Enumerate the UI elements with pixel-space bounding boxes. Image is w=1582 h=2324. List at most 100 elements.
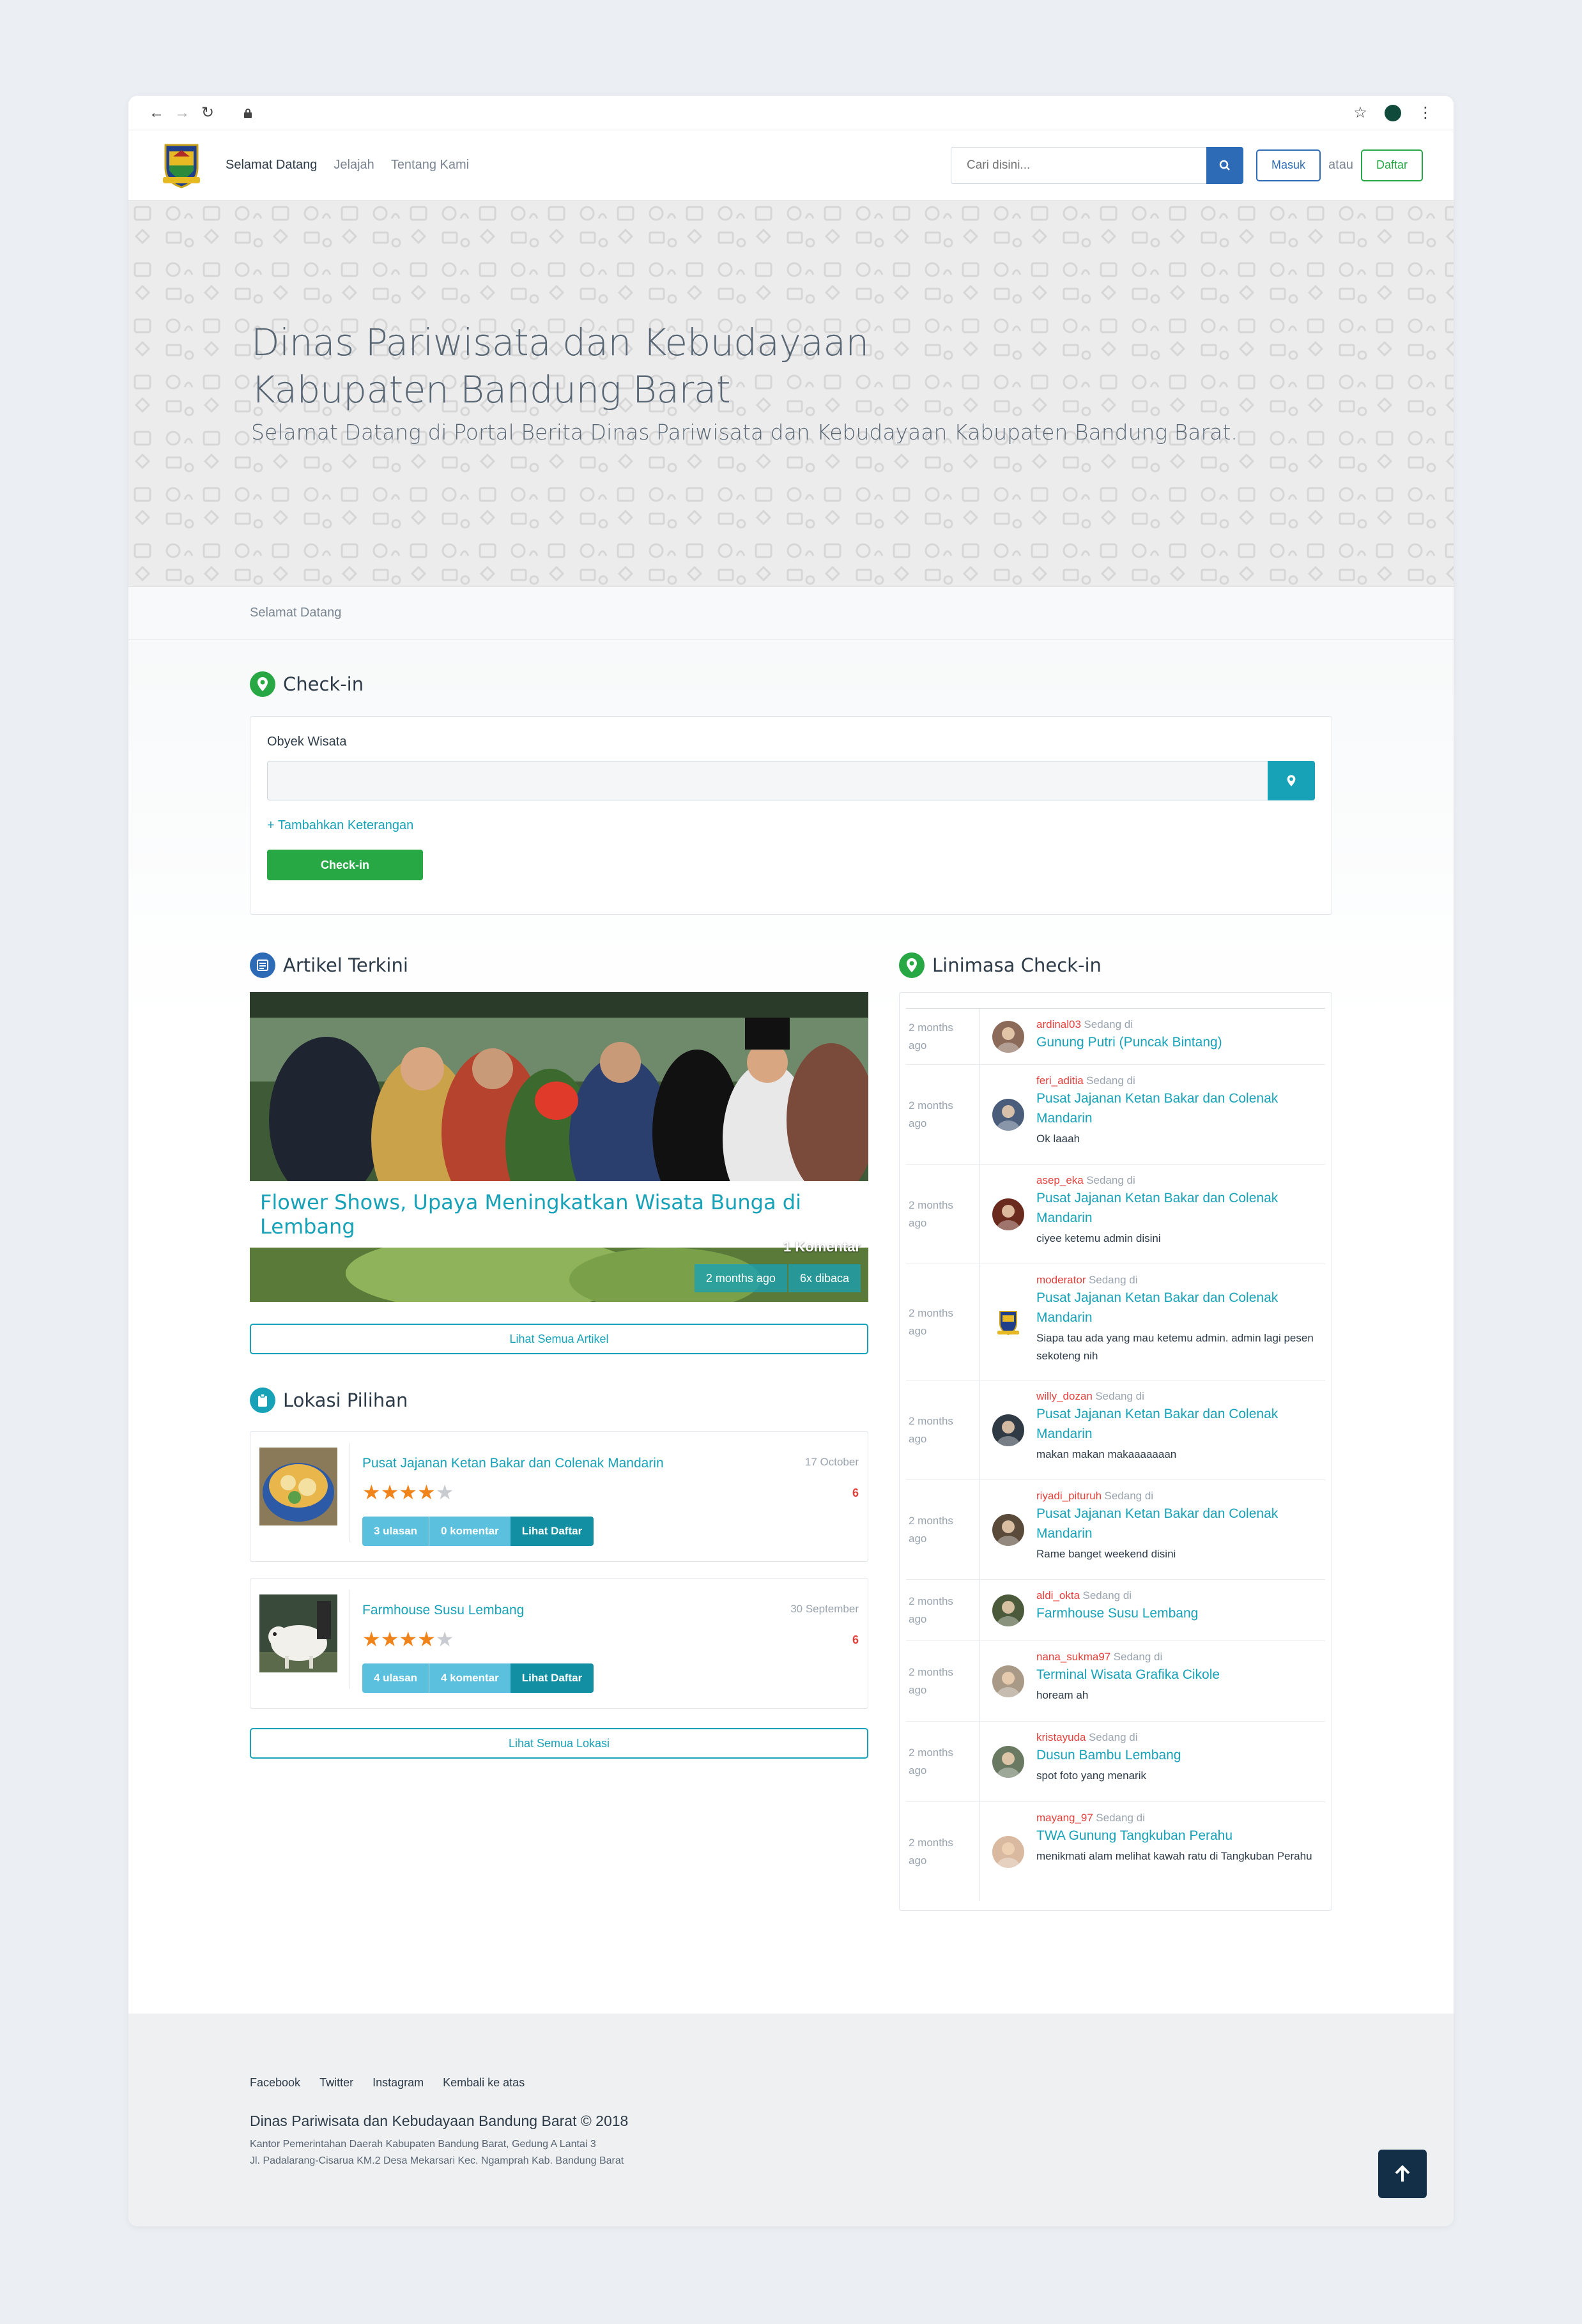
reload-icon[interactable]: ↻ (195, 100, 220, 126)
location-thumbnail[interactable] (259, 1448, 337, 1525)
obyek-wisata-input[interactable] (267, 761, 1268, 800)
checkin-username[interactable]: aldi_okta (1036, 1589, 1080, 1602)
checkin-username[interactable]: asep_eka (1036, 1174, 1084, 1186)
reviews-button[interactable]: 4 ulasan (362, 1663, 429, 1693)
checkin-place[interactable]: Dusun Bambu Lembang (1036, 1745, 1319, 1765)
checkin-place[interactable]: Gunung Putri (Puncak Bintang) (1036, 1032, 1319, 1052)
timeline-item-body: ardinal03 Sedang di Gunung Putri (Puncak … (1036, 1009, 1325, 1064)
checkin-button[interactable]: Check-in (267, 850, 423, 880)
checkin-verb: Sedang di (1104, 1490, 1154, 1502)
avatar[interactable] (992, 1098, 1024, 1131)
nav-jelajah[interactable]: Jelajah (334, 158, 374, 172)
avatar[interactable] (992, 1513, 1024, 1546)
search-input[interactable] (951, 146, 1207, 184)
avatar[interactable] (992, 1306, 1024, 1338)
checkin-time: 2 months ago (906, 1580, 980, 1640)
nav-tentang-kami[interactable]: Tentang Kami (391, 158, 469, 172)
back-icon[interactable]: ← (144, 100, 169, 126)
checkin-place[interactable]: Pusat Jajanan Ketan Bakar dan Colenak Man… (1036, 1188, 1319, 1228)
divider (349, 1443, 350, 1542)
avatar[interactable] (992, 1835, 1024, 1868)
view-list-button[interactable]: Lihat Daftar (510, 1517, 594, 1546)
avatar[interactable] (992, 1414, 1024, 1446)
nav-selamat-datang[interactable]: Selamat Datang (226, 158, 317, 172)
bookmark-star-icon[interactable]: ☆ (1348, 100, 1373, 126)
back-to-top-button[interactable] (1378, 2150, 1427, 2198)
footer-link-back-to-top[interactable]: Kembali ke atas (443, 2076, 525, 2090)
checkin-username[interactable]: moderator (1036, 1274, 1086, 1286)
checkin-place-line: Mandarin (1036, 1211, 1093, 1225)
article-title[interactable]: Flower Shows, Upaya Meningkatkan Wisata … (250, 1181, 868, 1248)
location-name[interactable]: Farmhouse Susu Lembang (362, 1603, 524, 1618)
checkin-username[interactable]: ardinal03 (1036, 1018, 1081, 1030)
add-note-link[interactable]: + Tambahkan Keterangan (267, 818, 1315, 833)
avatar[interactable] (992, 1745, 1024, 1778)
checkin-time-suffix: ago (909, 1612, 927, 1625)
checkin-place-line: Pusat Jajanan Ketan Bakar dan Colenak (1036, 1191, 1279, 1205)
avatar[interactable] (992, 1665, 1024, 1697)
comments-button[interactable]: 4 komentar (429, 1663, 511, 1693)
view-list-button[interactable]: Lihat Daftar (510, 1663, 594, 1693)
see-all-articles-button[interactable]: Lihat Semua Artikel (250, 1324, 868, 1354)
site-logo[interactable] (159, 141, 204, 190)
checkin-time-value: 2 months (909, 1198, 953, 1211)
checkin-place[interactable]: Pusat Jajanan Ketan Bakar dan Colenak Man… (1036, 1089, 1319, 1128)
location-date: 30 September (790, 1603, 859, 1615)
timeline-item-body: willy_dozan Sedang di Pusat Jajanan Ketan… (1036, 1380, 1325, 1479)
see-all-locations-button[interactable]: Lihat Semua Lokasi (250, 1728, 868, 1759)
checkin-time: 2 months ago (906, 1641, 980, 1721)
footer-link-instagram[interactable]: Instagram (372, 2076, 424, 2090)
checkin-place[interactable]: Pusat Jajanan Ketan Bakar dan Colenak Man… (1036, 1504, 1319, 1543)
locate-button[interactable] (1268, 761, 1315, 800)
checkin-place-line: Mandarin (1036, 1310, 1093, 1325)
site-header: Selamat Datang Jelajah Tentang Kami Masu… (128, 130, 1454, 201)
checkin-verb: Sedang di (1088, 1274, 1138, 1286)
forward-icon[interactable]: → (169, 100, 195, 126)
checkin-place-line: Dusun Bambu Lembang (1036, 1748, 1181, 1762)
login-button[interactable]: Masuk (1256, 149, 1321, 181)
reviews-button[interactable]: 3 ulasan (362, 1517, 429, 1546)
breadcrumb[interactable]: Selamat Datang (250, 606, 341, 620)
location-name[interactable]: Pusat Jajanan Ketan Bakar dan Colenak Ma… (362, 1456, 664, 1471)
checkin-time: 2 months ago (906, 1722, 980, 1801)
checkin-username[interactable]: willy_dozan (1036, 1390, 1093, 1402)
footer-link-twitter[interactable]: Twitter (319, 2076, 353, 2090)
articles-section-title: Artikel Terkini (250, 952, 868, 978)
checkin-verb: Sedang di (1084, 1018, 1133, 1030)
checkin-place[interactable]: Pusat Jajanan Ketan Bakar dan Colenak Man… (1036, 1288, 1319, 1327)
register-button[interactable]: Daftar (1360, 149, 1423, 181)
checkin-note: makan makan makaaaaaaan (1036, 1448, 1177, 1460)
site-footer: Facebook Twitter Instagram Kembali ke at… (128, 2014, 1454, 2226)
user-avatar-wrapper (980, 1580, 1036, 1640)
articles-title: Artikel Terkini (283, 954, 408, 976)
map-pin-icon (250, 671, 275, 697)
lock-icon (244, 108, 252, 118)
hero-subtitle: Selamat Datang di Portal Berita Dinas Pa… (251, 420, 1238, 445)
footer-link-facebook[interactable]: Facebook (250, 2076, 300, 2090)
checkin-username[interactable]: nana_sukma97 (1036, 1651, 1110, 1663)
comments-button[interactable]: 0 komentar (429, 1517, 511, 1546)
checkin-username[interactable]: riyadi_pituruh (1036, 1490, 1102, 1502)
avatar[interactable] (992, 1020, 1024, 1053)
checkin-place[interactable]: Terminal Wisata Grafika Cikole (1036, 1665, 1319, 1685)
avatar[interactable] (992, 1594, 1024, 1626)
checkin-username[interactable]: mayang_97 (1036, 1812, 1093, 1824)
breadcrumb-bar: Selamat Datang (128, 587, 1454, 639)
search-button[interactable] (1206, 146, 1244, 184)
checkin-time: 2 months ago (906, 1264, 980, 1380)
checkin-time-suffix: ago (909, 1532, 927, 1545)
checkin-username[interactable]: kristayuda (1036, 1731, 1086, 1743)
popularity-count: 6 (852, 1633, 859, 1646)
checkin-place[interactable]: Pusat Jajanan Ketan Bakar dan Colenak Man… (1036, 1404, 1319, 1444)
user-avatar-wrapper (980, 1722, 1036, 1801)
location-date: 17 October (804, 1456, 859, 1468)
avatar[interactable] (992, 1198, 1024, 1230)
checkin-username[interactable]: feri_aditia (1036, 1074, 1084, 1087)
menu-kebab-icon[interactable]: ⋮ (1413, 100, 1438, 126)
checkin-place[interactable]: Farmhouse Susu Lembang (1036, 1603, 1319, 1623)
checkin-place[interactable]: TWA Gunung Tangkuban Perahu (1036, 1826, 1319, 1846)
featured-article-card[interactable]: Flower Shows, Upaya Meningkatkan Wisata … (250, 992, 868, 1302)
location-thumbnail[interactable] (259, 1594, 337, 1672)
address-bar[interactable] (231, 102, 1337, 124)
profile-avatar[interactable] (1385, 104, 1401, 121)
